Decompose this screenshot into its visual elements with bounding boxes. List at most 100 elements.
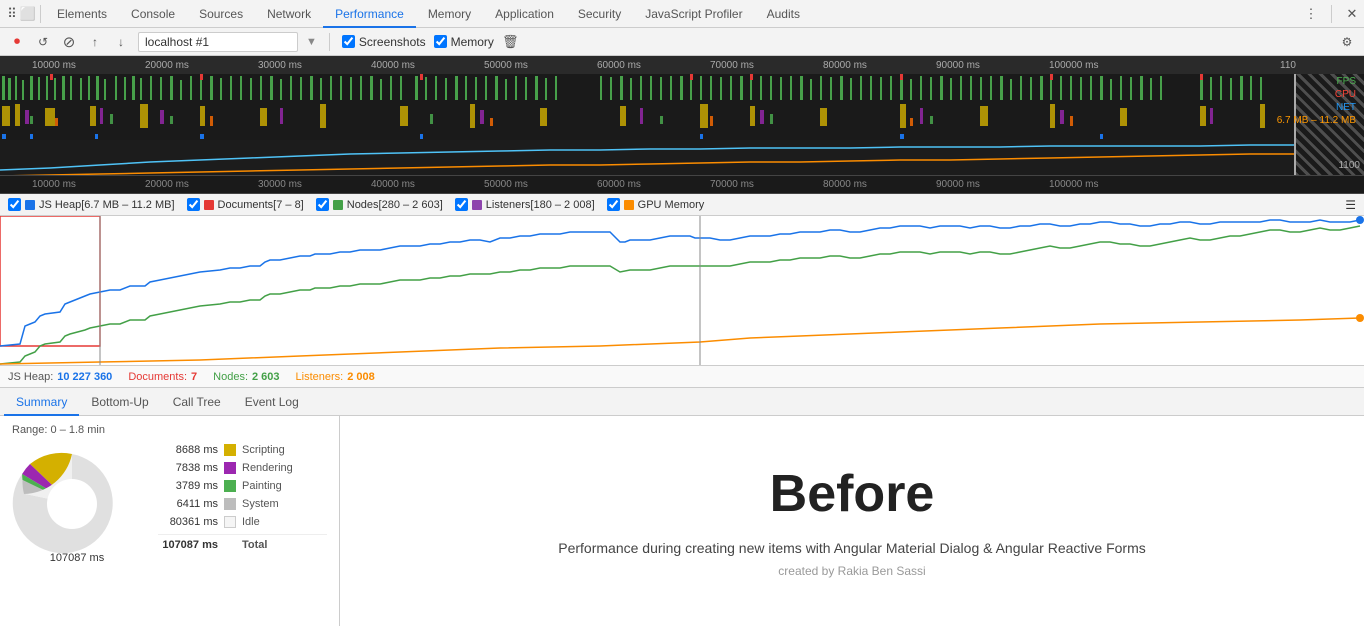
legend-nodes-check[interactable] bbox=[316, 198, 329, 211]
legend-listeners-label: Listeners[180 – 2 008] bbox=[486, 199, 595, 211]
brule-90k: 90000 ms bbox=[936, 179, 980, 190]
tab-console[interactable]: Console bbox=[119, 0, 187, 28]
clear-button[interactable]: ⊘ bbox=[60, 33, 78, 51]
cpu-svg bbox=[0, 102, 1294, 130]
heap-chart bbox=[0, 140, 1294, 176]
legend-js-heap-color bbox=[25, 200, 35, 210]
tab-elements[interactable]: Elements bbox=[45, 0, 119, 28]
tab-bottom-up[interactable]: Bottom-Up bbox=[79, 388, 160, 416]
settings-icon[interactable]: ✕ bbox=[1344, 6, 1360, 22]
legend-listeners[interactable]: Listeners[180 – 2 008] bbox=[455, 198, 595, 211]
legend-gpu-label: GPU Memory bbox=[638, 199, 705, 211]
js-heap-stat-value: 10 227 360 bbox=[57, 371, 112, 383]
tab-network[interactable]: Network bbox=[255, 0, 323, 28]
ruler-100k: 100000 ms bbox=[1049, 60, 1098, 71]
brule-100k: 100000 ms bbox=[1049, 179, 1098, 190]
timeline-labels: FPS CPU NET 6.7 MB – 11.2 MB bbox=[1277, 76, 1356, 126]
system-ms: 6411 ms bbox=[158, 498, 218, 510]
brule-50k: 50000 ms bbox=[484, 179, 528, 190]
ruler-20k: 20000 ms bbox=[145, 60, 189, 71]
content-area: Range: 0 – 1.8 min bbox=[0, 416, 1364, 626]
idle-name: Idle bbox=[242, 516, 260, 528]
legend-gpu-check[interactable] bbox=[607, 198, 620, 211]
tab-audits[interactable]: Audits bbox=[755, 0, 812, 28]
memory-check[interactable] bbox=[434, 35, 447, 48]
pie-chart: 107087 ms bbox=[12, 444, 142, 574]
listeners-stat-label: Listeners: bbox=[296, 371, 344, 383]
legend-row-painting: 3789 ms Painting bbox=[158, 480, 327, 492]
legend-nodes-label: Nodes[280 – 2 603] bbox=[347, 199, 443, 211]
cpu-label: CPU bbox=[1277, 89, 1356, 100]
devtools-icon[interactable]: ⠿ bbox=[4, 6, 20, 22]
memory-chart bbox=[0, 216, 1364, 366]
timeline-area: 10000 ms 20000 ms 30000 ms 40000 ms 5000… bbox=[0, 56, 1364, 176]
legend-nodes[interactable]: Nodes[280 – 2 603] bbox=[316, 198, 443, 211]
reload-button[interactable]: ↺ bbox=[34, 33, 52, 51]
tab-application[interactable]: Application bbox=[483, 0, 566, 28]
trash-button[interactable]: 🗑 bbox=[502, 34, 519, 50]
tab-js-profiler[interactable]: JavaScript Profiler bbox=[633, 0, 754, 28]
legend-docs-label: Documents[7 – 8] bbox=[218, 199, 304, 211]
legend-docs-check[interactable] bbox=[187, 198, 200, 211]
fps-svg bbox=[0, 74, 1294, 102]
tab-performance[interactable]: Performance bbox=[323, 0, 416, 28]
record-button[interactable]: ⏺ bbox=[8, 33, 26, 51]
ruler-90k: 90000 ms bbox=[936, 60, 980, 71]
nav-tabs: ⠿ ⬜ Elements Console Sources Network Per… bbox=[0, 0, 1364, 28]
more-tabs-icon[interactable]: ⋮ bbox=[1303, 6, 1319, 22]
scripting-name: Scripting bbox=[242, 444, 285, 456]
legend-row-scripting: 8688 ms Scripting bbox=[158, 444, 327, 456]
url-input[interactable] bbox=[138, 32, 298, 52]
legend-row-total: 107087 ms Total bbox=[158, 534, 327, 551]
tab-memory[interactable]: Memory bbox=[416, 0, 483, 28]
ruler-40k: 40000 ms bbox=[371, 60, 415, 71]
legend-listeners-check[interactable] bbox=[455, 198, 468, 211]
export-button[interactable]: ↓ bbox=[112, 33, 130, 51]
rendering-name: Rendering bbox=[242, 462, 293, 474]
total-label: Total bbox=[242, 539, 267, 551]
ruler-60k: 60000 ms bbox=[597, 60, 641, 71]
legend-gpu[interactable]: GPU Memory bbox=[607, 198, 705, 211]
memory-checkbox[interactable]: Memory bbox=[434, 35, 494, 49]
tab-security[interactable]: Security bbox=[566, 0, 633, 28]
import-button[interactable]: ↑ bbox=[86, 33, 104, 51]
watermark-title: Before bbox=[770, 464, 935, 524]
brule-10k: 10000 ms bbox=[32, 179, 76, 190]
cpu-chart bbox=[0, 102, 1294, 130]
scripting-ms: 8688 ms bbox=[158, 444, 218, 456]
screenshots-check[interactable] bbox=[342, 35, 355, 48]
legend-settings-icon[interactable]: ☰ bbox=[1345, 198, 1356, 212]
documents-stat: Documents: 7 bbox=[128, 371, 197, 383]
legend-js-heap-check[interactable] bbox=[8, 198, 21, 211]
memory-legend: JS Heap[6.7 MB – 11.2 MB] Documents[7 – … bbox=[0, 194, 1364, 216]
summary-panel: Range: 0 – 1.8 min bbox=[0, 416, 340, 626]
system-color bbox=[224, 498, 236, 510]
heap-svg bbox=[0, 140, 1294, 176]
legend-js-heap[interactable]: JS Heap[6.7 MB – 11.2 MB] bbox=[8, 198, 175, 211]
total-spacer bbox=[224, 539, 236, 551]
rendering-ms: 7838 ms bbox=[158, 462, 218, 474]
ruler-50k: 50000 ms bbox=[484, 60, 528, 71]
tab-sources[interactable]: Sources bbox=[187, 0, 255, 28]
tab-summary[interactable]: Summary bbox=[4, 388, 79, 416]
url-dropdown[interactable]: ▼ bbox=[306, 36, 317, 48]
stats-bar: JS Heap: 10 227 360 Documents: 7 Nodes: … bbox=[0, 366, 1364, 388]
tab-event-log[interactable]: Event Log bbox=[233, 388, 311, 416]
legend-listeners-color bbox=[472, 200, 482, 210]
tab-call-tree[interactable]: Call Tree bbox=[161, 388, 233, 416]
right-panel: Before Performance during creating new i… bbox=[340, 416, 1364, 626]
documents-stat-value: 7 bbox=[191, 371, 197, 383]
dock-icon[interactable]: ⬜ bbox=[20, 6, 36, 22]
separator2 bbox=[1331, 5, 1332, 23]
legend-list: 8688 ms Scripting 7838 ms Rendering 3789… bbox=[158, 444, 327, 551]
separator bbox=[40, 5, 41, 23]
legend-gpu-color bbox=[624, 200, 634, 210]
legend-docs-color bbox=[204, 200, 214, 210]
brule-70k: 70000 ms bbox=[710, 179, 754, 190]
total-ms: 107087 ms bbox=[158, 539, 218, 551]
screenshots-checkbox[interactable]: Screenshots bbox=[342, 35, 426, 49]
nodes-stat-label: Nodes: bbox=[213, 371, 248, 383]
ruler-10k: 10000 ms bbox=[32, 60, 76, 71]
settings-gear-icon[interactable]: ⚙ bbox=[1338, 33, 1356, 51]
legend-documents[interactable]: Documents[7 – 8] bbox=[187, 198, 304, 211]
